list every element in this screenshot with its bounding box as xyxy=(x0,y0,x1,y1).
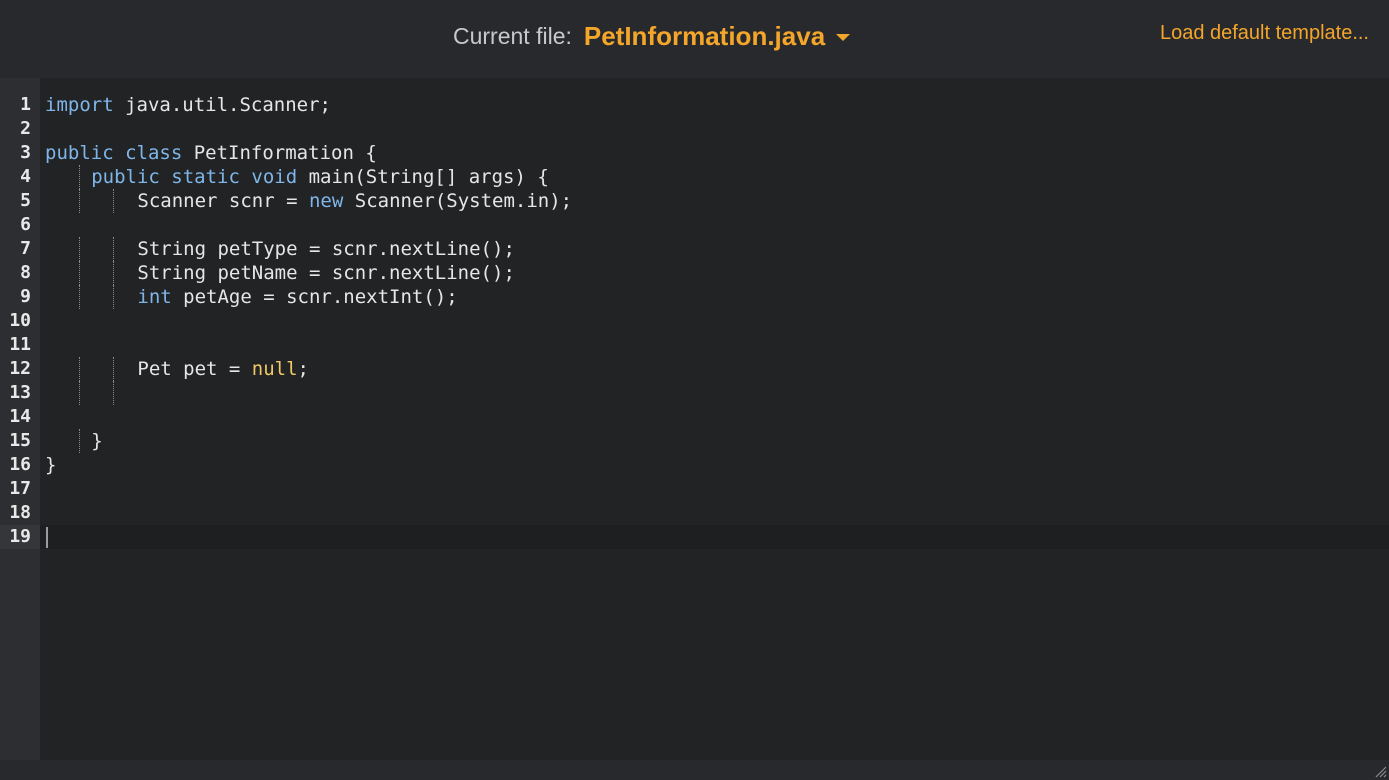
line-code: } xyxy=(91,429,102,453)
keyword-token: void xyxy=(251,166,298,188)
indent-guide xyxy=(79,285,80,309)
editor-footer xyxy=(0,760,1389,780)
code-line[interactable]: 11 xyxy=(0,333,1389,357)
code-token: petAge = scnr.nextInt(); xyxy=(171,286,458,308)
keyword-token: public xyxy=(45,142,114,164)
code-line[interactable]: 15} xyxy=(0,429,1389,453)
indent-guide xyxy=(113,237,114,261)
keyword-token: import xyxy=(45,94,114,116)
text-cursor xyxy=(46,527,48,548)
line-code: int petAge = scnr.nextInt(); xyxy=(137,285,457,309)
file-select-dropdown[interactable]: PetInformation.java xyxy=(583,20,851,52)
load-default-template-link[interactable]: Load default template... xyxy=(1160,22,1369,45)
indent-guide xyxy=(79,381,80,405)
code-token: String petType = scnr.nextLine(); xyxy=(137,238,515,260)
code-line[interactable]: 10 xyxy=(0,309,1389,333)
keyword-token: new xyxy=(308,190,344,212)
literal-token: null xyxy=(251,358,298,380)
line-code: } xyxy=(45,453,56,477)
code-line[interactable]: 17 xyxy=(0,477,1389,501)
line-number: 17 xyxy=(9,478,31,499)
line-number: 1 xyxy=(20,94,31,115)
line-code: public static void main(String[] args) { xyxy=(91,165,549,189)
code-line[interactable]: 3 public class PetInformation { xyxy=(0,141,1389,165)
line-number: 7 xyxy=(20,238,31,259)
file-name-text: PetInformation.java xyxy=(583,20,826,51)
file-header: Current file: PetInformation.java Load d… xyxy=(0,0,1389,78)
code-token: Scanner(System.in); xyxy=(343,190,573,212)
keyword-token: class xyxy=(125,142,183,164)
indent-guide xyxy=(113,189,114,213)
code-token: java.util.Scanner; xyxy=(113,94,331,116)
indent-guide xyxy=(79,165,80,189)
code-line[interactable]: 16} xyxy=(0,453,1389,477)
code-line[interactable]: 12 Pet pet = null; xyxy=(0,357,1389,381)
line-code: Pet pet = null; xyxy=(137,357,309,381)
line-number: 4 xyxy=(20,166,31,187)
line-number: 14 xyxy=(9,406,31,427)
indent-guide xyxy=(113,285,114,309)
chevron-down-icon xyxy=(836,33,851,41)
code-line[interactable]: 13 xyxy=(0,381,1389,405)
indent-guide xyxy=(79,237,80,261)
keyword-token: static xyxy=(171,166,240,188)
line-number: 6 xyxy=(20,214,31,235)
line-number: 10 xyxy=(9,310,31,331)
code-token: Pet pet = xyxy=(137,358,252,380)
current-file-label: Current file: xyxy=(453,22,572,49)
resize-grip-icon[interactable] xyxy=(1375,766,1387,778)
code-line[interactable]: 7 String petType = scnr.nextLine(); xyxy=(0,237,1389,261)
line-number: 16 xyxy=(9,454,31,475)
line-number: 2 xyxy=(20,118,31,139)
indent-guide xyxy=(79,357,80,381)
code-token: Scanner scnr = xyxy=(137,190,309,212)
code-line[interactable]: 9 int petAge = scnr.nextInt(); xyxy=(0,285,1389,309)
line-number: 12 xyxy=(9,358,31,379)
line-number: 3 xyxy=(20,142,31,163)
code-line[interactable]: 2 xyxy=(0,117,1389,141)
line-code: import java.util.Scanner; xyxy=(45,93,331,117)
line-code: public class PetInformation { xyxy=(45,141,377,165)
code-line[interactable]: 8 String petName = scnr.nextLine(); xyxy=(0,261,1389,285)
code-lines[interactable]: 1 import java.util.Scanner; 2 3 public class… xyxy=(0,93,1389,549)
code-line[interactable]: 19 xyxy=(0,525,1389,549)
line-number: 15 xyxy=(9,430,31,451)
indent-guide xyxy=(113,261,114,285)
current-file-group: Current file: PetInformation.java xyxy=(453,18,851,54)
line-code: Scanner scnr = new Scanner(System.in); xyxy=(137,189,572,213)
line-number: 13 xyxy=(9,382,31,403)
code-line[interactable]: 5 Scanner scnr = new Scanner(System.in); xyxy=(0,189,1389,213)
line-number: 8 xyxy=(20,262,31,283)
code-line[interactable]: 14 xyxy=(0,405,1389,429)
code-editor[interactable]: 1 import java.util.Scanner; 2 3 public class… xyxy=(0,78,1389,760)
code-token: String petName = scnr.nextLine(); xyxy=(137,262,515,284)
keyword-token: public xyxy=(91,166,160,188)
indent-guide xyxy=(79,429,80,453)
indent-guide xyxy=(79,189,80,213)
line-number: 5 xyxy=(20,190,31,211)
indent-guide xyxy=(79,261,80,285)
code-token: } xyxy=(45,454,57,476)
line-code: String petName = scnr.nextLine(); xyxy=(137,261,515,285)
keyword-token: int xyxy=(137,286,172,308)
line-code: String petType = scnr.nextLine(); xyxy=(137,237,515,261)
code-token: PetInformation { xyxy=(182,142,377,164)
line-number: 11 xyxy=(9,334,31,355)
indent-guide xyxy=(113,357,114,381)
line-number: 9 xyxy=(20,286,31,307)
code-line[interactable]: 4 public static void main(String[] args) … xyxy=(0,165,1389,189)
code-line[interactable]: 1 import java.util.Scanner; xyxy=(0,93,1389,117)
code-line[interactable]: 6 xyxy=(0,213,1389,237)
line-number: 18 xyxy=(9,502,31,523)
code-token: } xyxy=(91,430,103,452)
line-number: 19 xyxy=(0,525,40,549)
code-token: ; xyxy=(297,358,309,380)
code-line[interactable]: 18 xyxy=(0,501,1389,525)
code-token: main(String[] args) { xyxy=(297,166,549,188)
indent-guide xyxy=(113,381,114,405)
